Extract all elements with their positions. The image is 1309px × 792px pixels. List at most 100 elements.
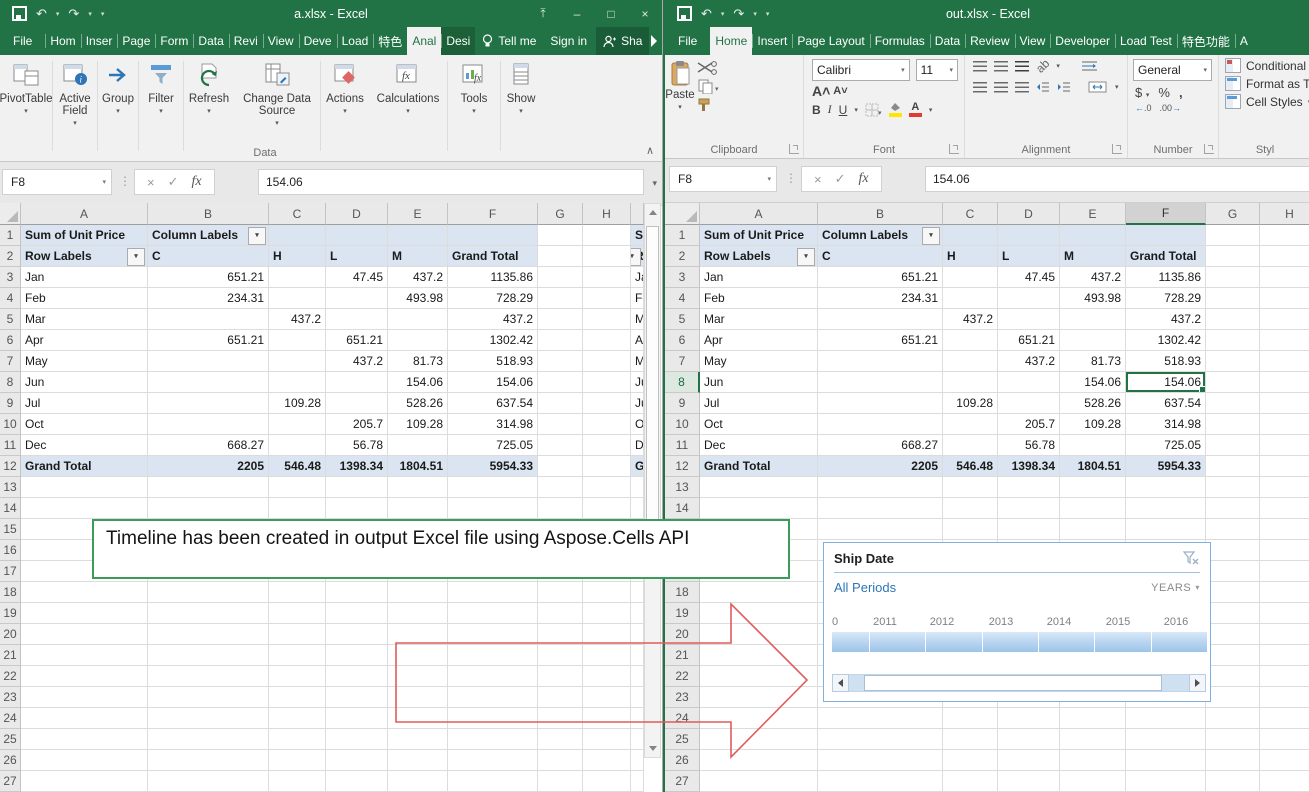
cell-A22[interactable] [700, 666, 818, 687]
undo-dropdown-icon[interactable]: ▾ [721, 10, 725, 18]
row-header-1[interactable]: 1 [0, 225, 21, 246]
tab-developer[interactable]: Developer [1050, 27, 1115, 55]
ribbon-button-refresh[interactable]: Refresh▾ [184, 58, 234, 115]
cell-A20[interactable] [700, 624, 818, 645]
row-header-3[interactable]: 3 [665, 267, 700, 288]
select-all-corner[interactable] [0, 203, 21, 225]
cell-H7[interactable] [583, 351, 631, 372]
cell-D6[interactable]: 651.21 [326, 330, 388, 351]
italic-button[interactable]: I [828, 102, 832, 117]
cell-E25[interactable] [388, 729, 448, 750]
cell-G22[interactable] [1206, 666, 1260, 687]
cell-B4[interactable]: 234.31 [818, 288, 943, 309]
cell-H4[interactable] [1260, 288, 1309, 309]
column-header-h[interactable]: H [583, 203, 631, 225]
align-left-icon[interactable] [973, 82, 987, 93]
cell-F11[interactable]: 725.05 [1126, 435, 1206, 456]
row-header-11[interactable]: 11 [665, 435, 700, 456]
column-header-f[interactable]: F [1126, 203, 1206, 225]
filter-dropdown-icon[interactable]: ▾ [922, 227, 940, 245]
tab-review[interactable]: Review [965, 27, 1014, 55]
share-button[interactable]: Sha [596, 27, 649, 55]
cell-H4[interactable] [583, 288, 631, 309]
cell-C5[interactable]: 437.2 [269, 309, 326, 330]
cell-G12[interactable] [538, 456, 583, 477]
insert-function-icon[interactable]: fx [859, 171, 869, 187]
cell-D15[interactable] [998, 519, 1060, 540]
fill-color-icon[interactable] [889, 102, 902, 117]
tab-anal[interactable]: Anal [407, 27, 441, 55]
cell-H10[interactable] [583, 414, 631, 435]
cell-B26[interactable] [818, 750, 943, 771]
cell-A24[interactable] [21, 708, 148, 729]
cancel-icon[interactable]: × [814, 172, 822, 187]
cell-E18[interactable] [388, 582, 448, 603]
cell-G17[interactable] [1206, 561, 1260, 582]
cell-D12[interactable]: 1398.34 [998, 456, 1060, 477]
shrink-font-button[interactable]: A˅ [833, 85, 847, 97]
cell-H12[interactable] [1260, 456, 1309, 477]
cell-G25[interactable] [538, 729, 583, 750]
tab-form[interactable]: Form [155, 27, 193, 55]
cell-E25[interactable] [1060, 729, 1126, 750]
row-header-21[interactable]: 21 [665, 645, 700, 666]
cell-H21[interactable] [583, 645, 631, 666]
cell-B6[interactable]: 651.21 [148, 330, 269, 351]
cell-x13[interactable] [631, 477, 644, 498]
cell-C2[interactable]: H [943, 246, 998, 267]
cell-G7[interactable] [538, 351, 583, 372]
cell-G2[interactable] [538, 246, 583, 267]
cell-B3[interactable]: 651.21 [818, 267, 943, 288]
cell-C10[interactable] [943, 414, 998, 435]
cell-C26[interactable] [269, 750, 326, 771]
cell-B11[interactable]: 668.27 [148, 435, 269, 456]
save-icon[interactable] [677, 6, 692, 21]
cell-G12[interactable] [1206, 456, 1260, 477]
cell-H17[interactable] [1260, 561, 1309, 582]
cell-F4[interactable]: 728.29 [448, 288, 538, 309]
cell-B9[interactable] [148, 393, 269, 414]
align-center-icon[interactable] [994, 82, 1008, 93]
cell-H5[interactable] [1260, 309, 1309, 330]
cell-A2[interactable]: Row Labels▾ [21, 246, 148, 267]
cell-E24[interactable] [1060, 708, 1126, 729]
cell-F12[interactable]: 5954.33 [448, 456, 538, 477]
cell-H1[interactable] [1260, 225, 1309, 246]
cell-F27[interactable] [448, 771, 538, 792]
cell-F8[interactable]: 154.06 [1126, 372, 1206, 393]
cell-D22[interactable] [326, 666, 388, 687]
cell-A8[interactable]: Jun [21, 372, 148, 393]
row-header-4[interactable]: 4 [0, 288, 21, 309]
cell-E19[interactable] [388, 603, 448, 624]
cell-E27[interactable] [388, 771, 448, 792]
cell-F13[interactable] [448, 477, 538, 498]
cell-C11[interactable] [943, 435, 998, 456]
cell-G26[interactable] [1206, 750, 1260, 771]
scroll-down-icon[interactable] [645, 740, 660, 757]
ribbon-button-filter[interactable]: Filter▾ [139, 58, 183, 115]
cell-x3[interactable]: Jan [631, 267, 644, 288]
row-header-9[interactable]: 9 [665, 393, 700, 414]
cell-C3[interactable] [269, 267, 326, 288]
cell-G16[interactable] [1206, 540, 1260, 561]
cell-C12[interactable]: 546.48 [269, 456, 326, 477]
cell-A5[interactable]: Mar [21, 309, 148, 330]
cell-G26[interactable] [538, 750, 583, 771]
row-header-18[interactable]: 18 [665, 582, 700, 603]
paste-button[interactable]: Paste ▾ [665, 55, 695, 112]
cell-E26[interactable] [388, 750, 448, 771]
ribbon-button-change-data-source[interactable]: Change Data Source▾ [234, 58, 320, 127]
timeline-segment[interactable] [983, 632, 1039, 652]
cell-A8[interactable]: Jun [700, 372, 818, 393]
cell-B5[interactable] [148, 309, 269, 330]
cell-B13[interactable] [818, 477, 943, 498]
cell-A27[interactable] [21, 771, 148, 792]
cell-G10[interactable] [1206, 414, 1260, 435]
cell-H16[interactable] [1260, 540, 1309, 561]
timeline-segment[interactable] [832, 632, 870, 652]
cell-C27[interactable] [943, 771, 998, 792]
increase-decimal-button[interactable]: ←.0 [1135, 103, 1152, 113]
formula-bar-splitter[interactable]: ⋮ [785, 171, 797, 185]
cell-E11[interactable] [1060, 435, 1126, 456]
column-header-filler[interactable] [631, 203, 644, 225]
